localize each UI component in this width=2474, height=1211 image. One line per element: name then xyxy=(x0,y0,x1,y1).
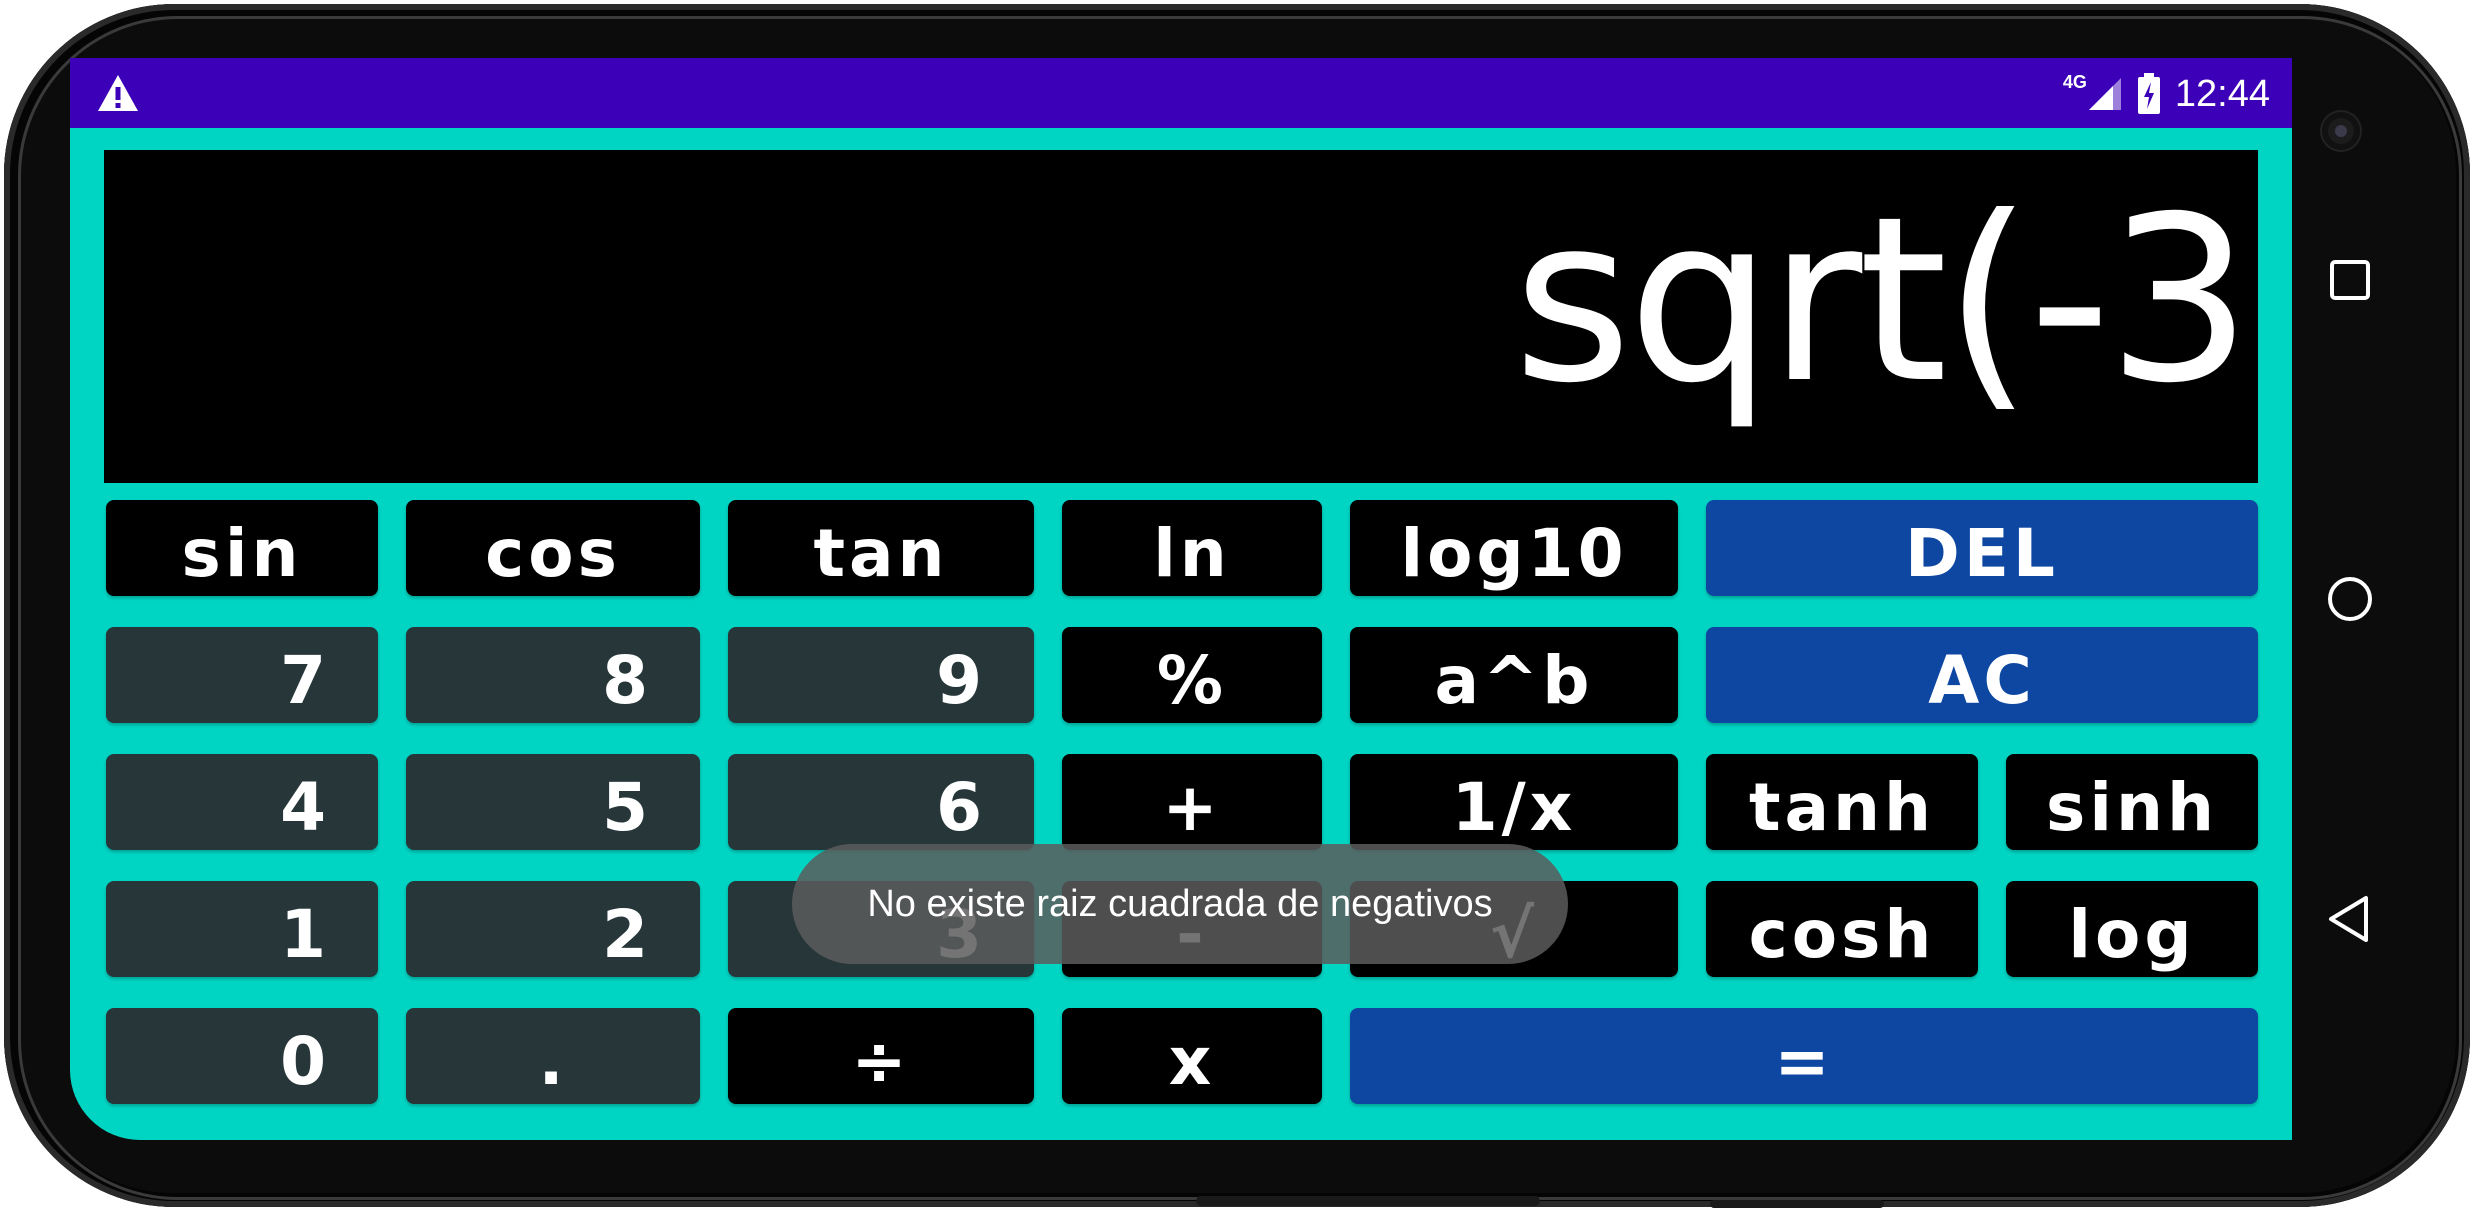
percent-button[interactable]: % xyxy=(1062,627,1322,723)
tan-label: tan xyxy=(813,515,949,592)
digit-6-label: 6 xyxy=(936,769,986,846)
power-label: a^b xyxy=(1434,642,1594,719)
circle-nav-icon[interactable] xyxy=(2326,575,2374,623)
digit-5-label: 5 xyxy=(602,769,652,846)
calculator-display: sqrt(-3 xyxy=(104,150,2258,483)
digit-8-label: 8 xyxy=(602,642,652,719)
digit-8-button[interactable]: 8 xyxy=(406,627,700,723)
status-icons: 4G 12:44 xyxy=(2063,66,2270,122)
reciprocal-button[interactable]: 1/x xyxy=(1350,754,1678,850)
digit-9-button[interactable]: 9 xyxy=(728,627,1034,723)
digit-2-label: 2 xyxy=(602,896,652,973)
cos-label: cos xyxy=(485,515,621,592)
sinh-button[interactable]: sinh xyxy=(2006,754,2258,850)
battery-charging-icon xyxy=(2137,73,2160,114)
expression-text: sqrt(-3 xyxy=(1513,167,2252,433)
log-button[interactable]: log xyxy=(2006,881,2258,977)
error-toast: No existe raiz cuadrada de negativos xyxy=(792,844,1568,964)
front-camera xyxy=(2322,112,2360,150)
delete-label: DEL xyxy=(1905,515,2059,592)
log10-button[interactable]: log10 xyxy=(1350,500,1678,596)
digit-0-button[interactable]: 0 xyxy=(106,1008,378,1104)
digit-1-label: 1 xyxy=(280,896,330,973)
equals-button[interactable]: = xyxy=(1350,1008,2258,1104)
plus-button[interactable]: + xyxy=(1062,754,1322,850)
digit-5-button[interactable]: 5 xyxy=(406,754,700,850)
side-button xyxy=(1710,1200,1884,1208)
delete-button[interactable]: DEL xyxy=(1706,500,2258,596)
all-clear-label: AC xyxy=(1928,642,2036,719)
digit-0-label: 0 xyxy=(280,1023,330,1100)
digit-7-label: 7 xyxy=(280,642,330,719)
tan-button[interactable]: tan xyxy=(728,500,1034,596)
divide-button[interactable]: ÷ xyxy=(728,1008,1034,1104)
app-screen: 4G 12:44 sqrt(-3 sin cos tan ln log10 DE… xyxy=(70,58,2292,1140)
decimal-point-label: . xyxy=(538,1023,568,1100)
divide-label: ÷ xyxy=(851,1023,911,1100)
plus-label: + xyxy=(1162,769,1222,846)
sin-button[interactable]: sin xyxy=(106,500,378,596)
digit-9-label: 9 xyxy=(936,642,986,719)
sin-label: sin xyxy=(181,515,303,592)
network-type: 4G xyxy=(2062,71,2087,92)
multiply-label: x xyxy=(1168,1023,1216,1100)
log-label: log xyxy=(2068,896,2196,973)
reciprocal-label: 1/x xyxy=(1451,769,1577,846)
power-button[interactable]: a^b xyxy=(1350,627,1678,723)
ln-label: ln xyxy=(1153,515,1231,592)
warning-icon xyxy=(98,75,138,111)
digit-4-label: 4 xyxy=(280,769,330,846)
digit-2-button[interactable]: 2 xyxy=(406,881,700,977)
signal-icon xyxy=(2088,78,2121,110)
digit-7-button[interactable]: 7 xyxy=(106,627,378,723)
digit-6-button[interactable]: 6 xyxy=(728,754,1034,850)
square-nav-icon[interactable] xyxy=(2328,258,2372,302)
bottom-speaker xyxy=(1196,1196,1540,1206)
digit-4-button[interactable]: 4 xyxy=(106,754,378,850)
cosh-button[interactable]: cosh xyxy=(1706,881,1978,977)
cos-button[interactable]: cos xyxy=(406,500,700,596)
log10-label: log10 xyxy=(1400,515,1628,592)
triangle-back-icon[interactable] xyxy=(2326,894,2372,944)
cosh-label: cosh xyxy=(1748,896,1936,973)
tanh-button[interactable]: tanh xyxy=(1706,754,1978,850)
all-clear-button[interactable]: AC xyxy=(1706,627,2258,723)
percent-label: % xyxy=(1156,642,1228,719)
decimal-point-button[interactable]: . xyxy=(406,1008,700,1104)
status-bar: 4G 12:44 xyxy=(70,58,2292,128)
sinh-label: sinh xyxy=(2046,769,2218,846)
digit-1-button[interactable]: 1 xyxy=(106,881,378,977)
toast-message: No existe raiz cuadrada de negativos xyxy=(867,882,1493,925)
multiply-button[interactable]: x xyxy=(1062,1008,1322,1104)
ln-button[interactable]: ln xyxy=(1062,500,1322,596)
status-clock: 12:44 xyxy=(2174,72,2270,115)
equals-label: = xyxy=(1774,1023,1834,1100)
tanh-label: tanh xyxy=(1748,769,1936,846)
